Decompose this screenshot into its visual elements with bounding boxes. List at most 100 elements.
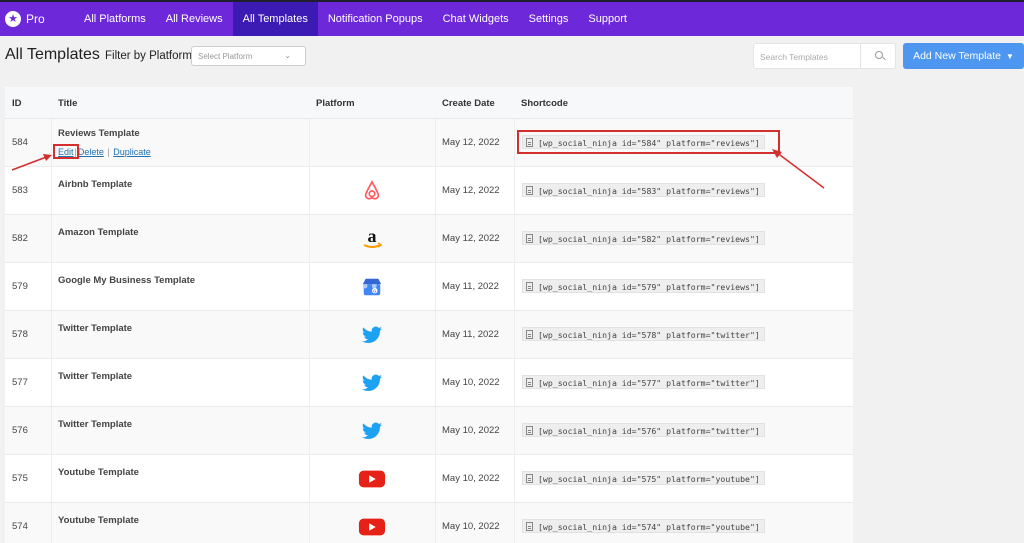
copy-document-icon — [526, 474, 533, 483]
search-templates[interactable]: Search Templates — [753, 43, 896, 69]
row-date: May 10, 2022 — [442, 473, 500, 484]
table-row: 574 Youtube Template May 10, 2022 [wp_so… — [5, 503, 853, 543]
delete-link[interactable]: Delete — [78, 147, 104, 157]
column-create-date[interactable]: Create Date — [442, 98, 495, 109]
row-date: May 12, 2022 — [442, 137, 500, 148]
copy-document-icon — [526, 186, 533, 195]
google-my-business-icon: G — [358, 274, 386, 300]
templates-table: ID Title Platform Create Date Shortcode … — [5, 87, 853, 543]
row-date: May 11, 2022 — [442, 329, 499, 340]
row-shortcode[interactable]: [wp_social_ninja id="583" platform="revi… — [522, 183, 765, 197]
row-id: 578 — [12, 329, 28, 340]
table-row: 576 Twitter Template May 10, 2022 [wp_so… — [5, 407, 853, 455]
svg-text:G: G — [373, 288, 376, 293]
svg-text:a: a — [368, 227, 377, 246]
filter-label: Filter by Platform — [105, 50, 192, 62]
row-shortcode[interactable]: [wp_social_ninja id="574" platform="yout… — [522, 519, 765, 533]
top-nav: ★ Pro All Platforms All Reviews All Temp… — [0, 0, 1024, 36]
column-title[interactable]: Title — [58, 98, 77, 109]
page-title: All Templates — [5, 46, 100, 63]
row-shortcode[interactable]: [wp_social_ninja id="578" platform="twit… — [522, 327, 765, 341]
row-date: May 10, 2022 — [442, 377, 500, 388]
shortcode-highlight-box — [517, 130, 780, 154]
shortcode-text: [wp_social_ninja id="574" platform="yout… — [538, 521, 760, 532]
platform-select-placeholder: Select Platform — [198, 52, 253, 61]
table-row: 582 Amazon Template a May 12, 2022 [wp_s… — [5, 215, 853, 263]
shortcode-text: [wp_social_ninja id="576" platform="twit… — [538, 425, 760, 436]
row-title: Youtube Template — [58, 515, 139, 526]
row-id: 577 — [12, 377, 28, 388]
row-id: 583 — [12, 185, 28, 196]
search-divider — [860, 44, 861, 68]
search-input[interactable]: Search Templates — [760, 52, 828, 62]
row-id: 582 — [12, 233, 28, 244]
table-row: 583 Airbnb Template May 12, 2022 [wp_soc… — [5, 167, 853, 215]
row-shortcode[interactable]: [wp_social_ninja id="577" platform="twit… — [522, 375, 765, 389]
row-shortcode[interactable]: [wp_social_ninja id="576" platform="twit… — [522, 423, 765, 437]
amazon-icon: a — [358, 226, 386, 252]
platform-select[interactable]: Select Platform ⌄ — [191, 46, 306, 66]
copy-document-icon — [526, 282, 533, 291]
nav-notification-popups[interactable]: Notification Popups — [318, 2, 433, 36]
row-shortcode[interactable]: [wp_social_ninja id="582" platform="revi… — [522, 231, 765, 245]
logo-text: Pro — [26, 12, 45, 26]
twitter-icon — [358, 370, 386, 396]
table-row: 577 Twitter Template May 10, 2022 [wp_so… — [5, 359, 853, 407]
table-row: 578 Twitter Template May 11, 2022 [wp_so… — [5, 311, 853, 359]
shortcode-text: [wp_social_ninja id="577" platform="twit… — [538, 377, 760, 388]
shortcode-text: [wp_social_ninja id="578" platform="twit… — [538, 329, 760, 340]
nav-all-platforms[interactable]: All Platforms — [74, 2, 156, 36]
chevron-down-icon: ⌄ — [284, 51, 291, 60]
column-id[interactable]: ID — [12, 98, 22, 109]
row-shortcode[interactable]: [wp_social_ninja id="575" platform="yout… — [522, 471, 765, 485]
row-title: Twitter Template — [58, 371, 133, 382]
nav-settings[interactable]: Settings — [519, 2, 579, 36]
row-date: May 10, 2022 — [442, 425, 500, 436]
row-id: 584 — [12, 137, 28, 148]
row-title: Youtube Template — [58, 467, 139, 478]
table-row: 575 Youtube Template May 10, 2022 [wp_so… — [5, 455, 853, 503]
logo[interactable]: ★ Pro — [0, 2, 74, 36]
table-row: 579 Google My Business Template G May 11… — [5, 263, 853, 311]
row-id: 575 — [12, 473, 28, 484]
copy-document-icon — [526, 378, 533, 387]
row-title: Twitter Template — [58, 323, 133, 334]
row-date: May 11, 2022 — [442, 281, 499, 292]
youtube-icon — [358, 466, 386, 492]
twitter-icon — [358, 322, 386, 348]
duplicate-link[interactable]: Duplicate — [113, 147, 151, 157]
row-id: 576 — [12, 425, 28, 436]
row-title: Airbnb Template — [58, 179, 133, 190]
copy-document-icon — [526, 234, 533, 243]
nav-support[interactable]: Support — [578, 2, 637, 36]
airbnb-icon — [358, 178, 386, 204]
shortcode-text: [wp_social_ninja id="579" platform="revi… — [538, 281, 760, 292]
row-title: Twitter Template — [58, 419, 133, 430]
star-logo-icon: ★ — [5, 11, 21, 27]
copy-document-icon — [526, 522, 533, 531]
nav-chat-widgets[interactable]: Chat Widgets — [433, 2, 519, 36]
search-icon[interactable] — [875, 51, 883, 59]
shortcode-text: [wp_social_ninja id="583" platform="revi… — [538, 185, 760, 196]
column-platform[interactable]: Platform — [316, 98, 355, 109]
add-new-template-label: Add New Template — [913, 50, 1001, 62]
row-date: May 12, 2022 — [442, 185, 500, 196]
edit-highlight-box — [53, 144, 79, 159]
row-shortcode[interactable]: [wp_social_ninja id="579" platform="revi… — [522, 279, 765, 293]
column-shortcode[interactable]: Shortcode — [521, 98, 568, 109]
twitter-icon — [358, 418, 386, 444]
add-new-template-button[interactable]: Add New Template ▼ — [903, 43, 1024, 69]
nav-all-templates[interactable]: All Templates — [232, 2, 318, 36]
chevron-down-icon: ▼ — [1006, 51, 1014, 61]
shortcode-text: [wp_social_ninja id="582" platform="revi… — [538, 233, 760, 244]
row-date: May 10, 2022 — [442, 521, 500, 532]
nav-all-reviews[interactable]: All Reviews — [156, 2, 233, 36]
row-id: 579 — [12, 281, 28, 292]
row-title: Google My Business Template — [58, 275, 196, 286]
youtube-icon — [358, 514, 386, 540]
row-title: Amazon Template — [58, 227, 139, 238]
copy-document-icon — [526, 330, 533, 339]
shortcode-text: [wp_social_ninja id="575" platform="yout… — [538, 473, 760, 484]
row-title: Reviews Template — [58, 128, 140, 139]
table-header: ID Title Platform Create Date Shortcode — [5, 87, 853, 119]
